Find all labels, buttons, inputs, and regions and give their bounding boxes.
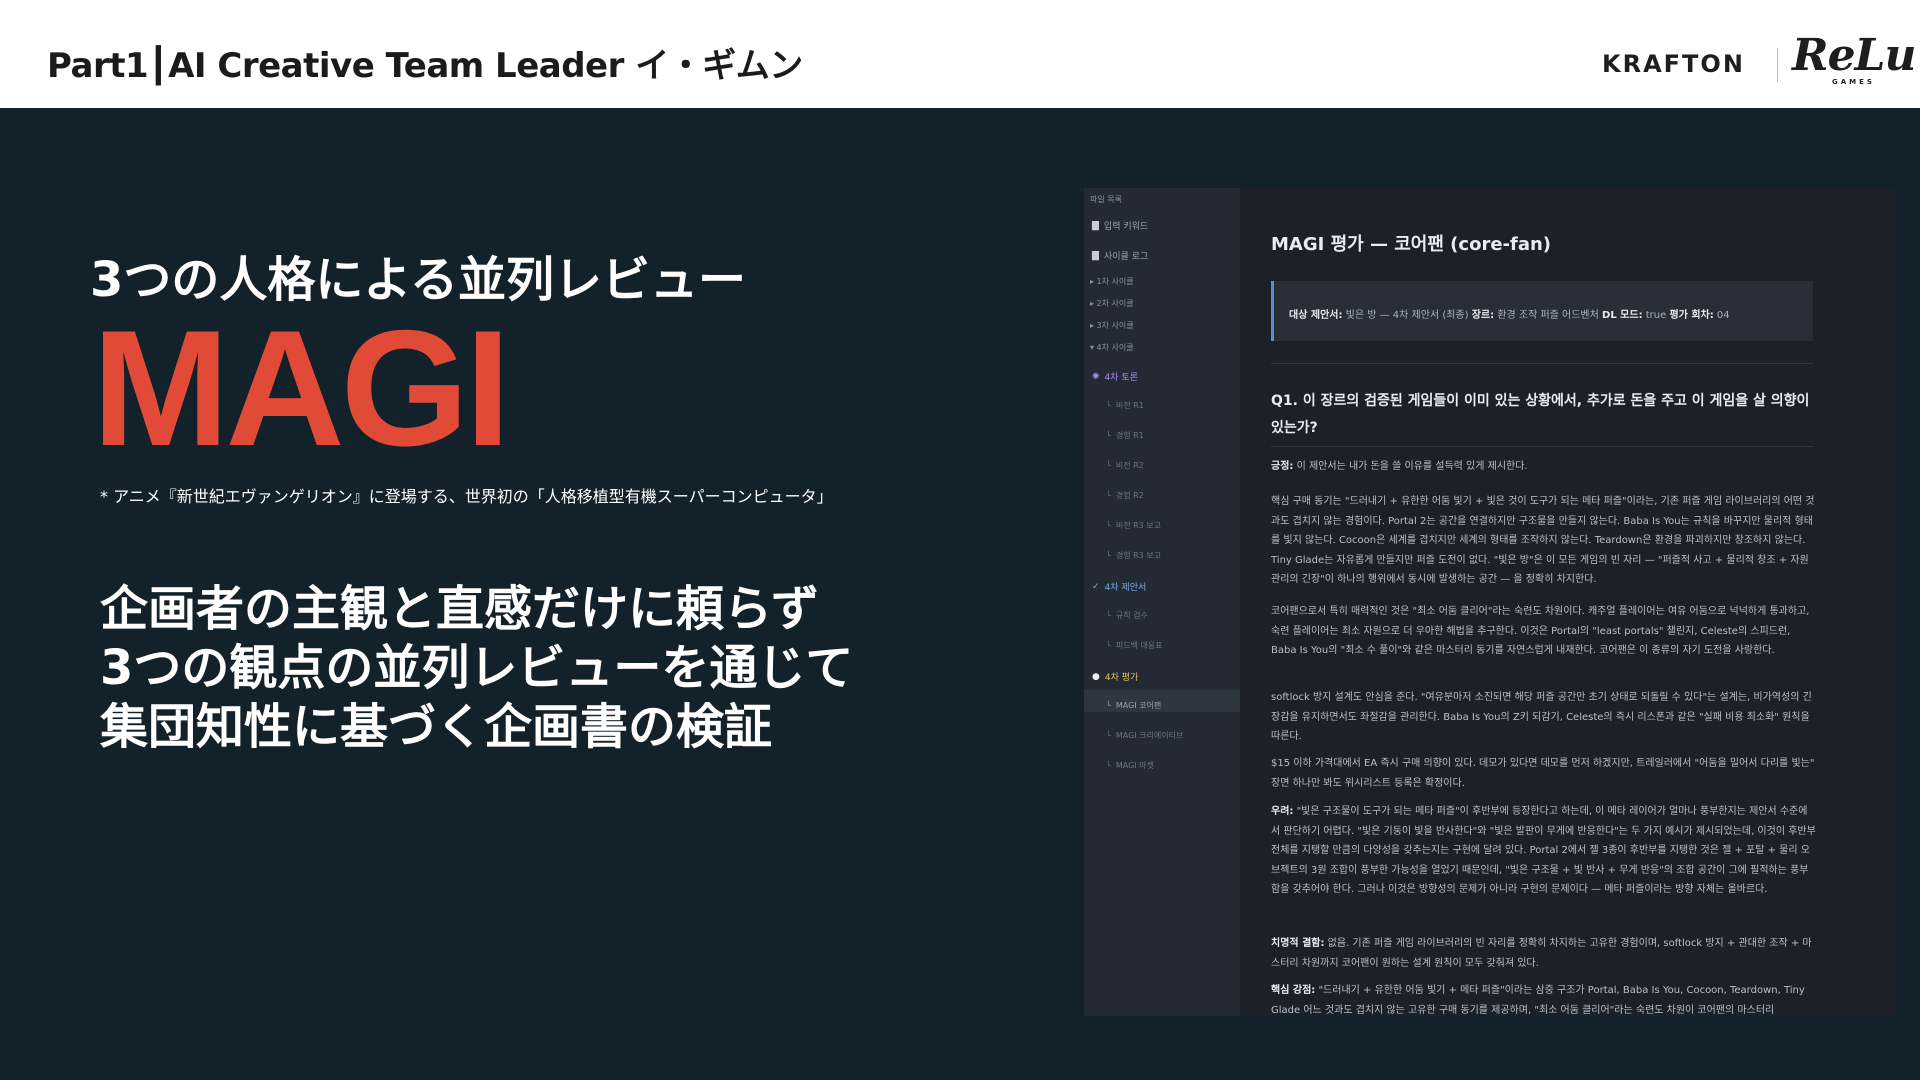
sidebar-item-label: 피드백 대응표	[1115, 641, 1163, 650]
sidebar-item-label: ▸ 2차 사이클	[1090, 299, 1134, 308]
paragraph: 치명적 결함: 없음. 기존 퍼즐 게임 라이브러리의 빈 자리를 정확히 차지…	[1271, 938, 1812, 969]
document-meta: 대상 제안서: 빛은 방 — 4차 제안서 (최종) 장르: 환경 조작 퍼즐 …	[1289, 310, 1730, 321]
sidebar-item-vision-r1[interactable]: └ 비전 R1	[1106, 400, 1144, 411]
sidebar-item-label: 경험 R2	[1115, 491, 1144, 500]
sidebar-item-label: 규칙 검수	[1115, 611, 1148, 620]
sidebar-item-magi-corefan[interactable]: └ MAGI 코어팬	[1106, 700, 1161, 711]
paragraph: 우려: "빛은 구조물이 도구가 되는 메타 퍼즐"이 후반부에 등장한다고 하…	[1271, 806, 1816, 895]
paragraph: 긍정: 이 제안서는 내가 돈을 쓸 이유를 설득력 있게 제시한다.	[1271, 461, 1528, 472]
sidebar-item-label: 입력 키워드	[1103, 222, 1149, 232]
tree-branch-icon: └	[1106, 731, 1111, 740]
sidebar-header: 파일 목록	[1090, 195, 1122, 204]
document-meta-box: 대상 제안서: 빛은 방 — 4차 제안서 (최종) 장르: 환경 조작 퍼즐 …	[1271, 281, 1813, 341]
app-window: 파일 목록 ▇ 입력 키워드 ▇ 사이클 로그 ▸ 1차 사이클 ▸ 2차 사이…	[1084, 188, 1895, 1016]
paragraph: 핵심 구매 동기는 "드러내기 + 유한한 어둠 빛기 + 빛은 것이 도구가 …	[1271, 496, 1815, 585]
sidebar-item-vision-r2[interactable]: └ 비전 R2	[1106, 460, 1144, 471]
sidebar-item-label: MAGI 코어팬	[1115, 701, 1162, 710]
tree-branch-icon: └	[1106, 761, 1111, 770]
divider	[1271, 446, 1813, 447]
sidebar-item-label: ▸ 1차 사이클	[1090, 277, 1134, 286]
sidebar-item-label: 4차 토론	[1104, 373, 1138, 383]
hero-footnote: * アニメ『新世紀エヴァンゲリオン』に登場する、世界初の「人格移植型有機スーパー…	[100, 487, 833, 506]
paragraph: softlock 방지 설계도 안심을 준다. "여유분마저 소진되면 해당 퍼…	[1271, 692, 1812, 742]
sidebar-item-label: ▸ 3차 사이클	[1090, 321, 1134, 330]
sidebar-item-feedback-table[interactable]: └ 피드백 대응표	[1106, 640, 1163, 651]
slide-title: Part1┃AI Creative Team Leader イ・ギムン	[47, 46, 803, 86]
sidebar-item-round4-debate[interactable]: ✺ 4차 토론	[1092, 370, 1138, 384]
question-heading: Q1. 이 장르의 검증된 게임들이 이미 있는 상황에서, 추가로 돈을 주고…	[1271, 393, 1810, 436]
tree-branch-icon: └	[1106, 401, 1111, 410]
divider	[1271, 363, 1813, 364]
sidebar-item-magi-creative[interactable]: └ MAGI 크리에이티브	[1106, 730, 1183, 741]
sidebar-item-cycle-1[interactable]: ▸ 1차 사이클	[1090, 276, 1134, 287]
relu-logo: ReLu	[1792, 30, 1916, 81]
spark-icon: ✺	[1092, 371, 1100, 382]
sidebar-item-label: 비전 R1	[1115, 401, 1144, 410]
description-line: 3つの観点の並列レビューを通じて	[100, 640, 854, 696]
hero-name: MAGI	[92, 296, 511, 480]
sidebar-item-round4-evaluation[interactable]: ● 4차 평가	[1092, 670, 1139, 684]
sidebar-item-label: 경험 R1	[1115, 431, 1144, 440]
sidebar-item-label: 4차 제안서	[1104, 583, 1147, 593]
tree-branch-icon: └	[1106, 641, 1111, 650]
sidebar-item-cycle-4[interactable]: ▾ 4차 사이클	[1090, 342, 1134, 353]
sidebar-item-cycle-3[interactable]: ▸ 3차 사이클	[1090, 320, 1134, 331]
sidebar-item-experience-r1[interactable]: └ 경험 R1	[1106, 430, 1144, 441]
check-icon: ✓	[1092, 581, 1100, 592]
relu-logo-games: GAMES	[1832, 78, 1875, 86]
sidebar-item-vision-r3-report[interactable]: └ 비전 R3 보고	[1106, 520, 1161, 531]
slide-header: Part1┃AI Creative Team Leader イ・ギムン KRAF…	[0, 0, 1920, 108]
sidebar-item-label: 비전 R2	[1115, 461, 1144, 470]
description-line: 企画者の主観と直感だけに頼らず	[100, 581, 820, 637]
file-sidebar: 파일 목록 ▇ 입력 키워드 ▇ 사이클 로그 ▸ 1차 사이클 ▸ 2차 사이…	[1084, 188, 1240, 1016]
sidebar-item-experience-r3-report[interactable]: └ 경험 R3 보고	[1106, 550, 1161, 561]
sidebar-item-label: 4차 평가	[1104, 673, 1139, 683]
chat-icon: ●	[1092, 671, 1100, 682]
sidebar-item-round4-proposal[interactable]: ✓ 4차 제안서	[1092, 580, 1147, 594]
sidebar-item-label: 사이클 로그	[1103, 252, 1149, 262]
file-icon: ▇	[1092, 220, 1099, 231]
sidebar-item-label: MAGI 크리에이티브	[1115, 731, 1184, 740]
tree-branch-icon: └	[1106, 701, 1111, 710]
krafton-logo: KRAFTON	[1602, 50, 1745, 78]
sidebar-item-cycle-2[interactable]: ▸ 2차 사이클	[1090, 298, 1134, 309]
sidebar-item-experience-r2[interactable]: └ 경험 R2	[1106, 490, 1144, 501]
document-title: MAGI 평가 — 코어팬 (core-fan)	[1271, 234, 1552, 255]
paragraph: $15 이하 가격대에서 EA 즉시 구매 의향이 있다. 데모가 있다면 데모…	[1271, 758, 1815, 789]
description-line: 集団知性に基づく企画書の検証	[100, 699, 773, 755]
tree-branch-icon: └	[1106, 491, 1111, 500]
tree-branch-icon: └	[1106, 521, 1111, 530]
sidebar-item-label: MAGI 마켓	[1115, 761, 1154, 770]
sidebar-item-magi-market[interactable]: └ MAGI 마켓	[1106, 760, 1154, 771]
sidebar-item-cycle-log[interactable]: ▇ 사이클 로그	[1092, 249, 1149, 263]
sidebar-item-input-keyword[interactable]: ▇ 입력 키워드	[1092, 219, 1149, 233]
paragraph: 코어팬으로서 특히 매력적인 것은 "최소 어둠 클리어"라는 숙련도 차원이다…	[1271, 606, 1810, 656]
document-viewer: MAGI 평가 — 코어팬 (core-fan) 대상 제안서: 빛은 방 — …	[1240, 188, 1895, 1016]
tree-branch-icon: └	[1106, 461, 1111, 470]
paragraph: 핵심 강점: "드러내기 + 유한한 어둠 빛기 + 메타 퍼즐"이라는 삼중 …	[1271, 985, 1805, 1016]
hero-description: 企画者の主観と直感だけに頼らず 3つの観点の並列レビューを通じて 集団知性に基づ…	[100, 580, 853, 757]
logo-divider	[1777, 48, 1778, 82]
file-icon: ▇	[1092, 250, 1099, 261]
sidebar-item-label: 경험 R3 보고	[1115, 551, 1162, 560]
sidebar-item-label: 비전 R3 보고	[1115, 521, 1162, 530]
sidebar-item-label: ▾ 4차 사이클	[1090, 343, 1134, 352]
tree-branch-icon: └	[1106, 431, 1111, 440]
sidebar-item-rule-review[interactable]: └ 규칙 검수	[1106, 610, 1148, 621]
tree-branch-icon: └	[1106, 611, 1111, 620]
tree-branch-icon: └	[1106, 551, 1111, 560]
